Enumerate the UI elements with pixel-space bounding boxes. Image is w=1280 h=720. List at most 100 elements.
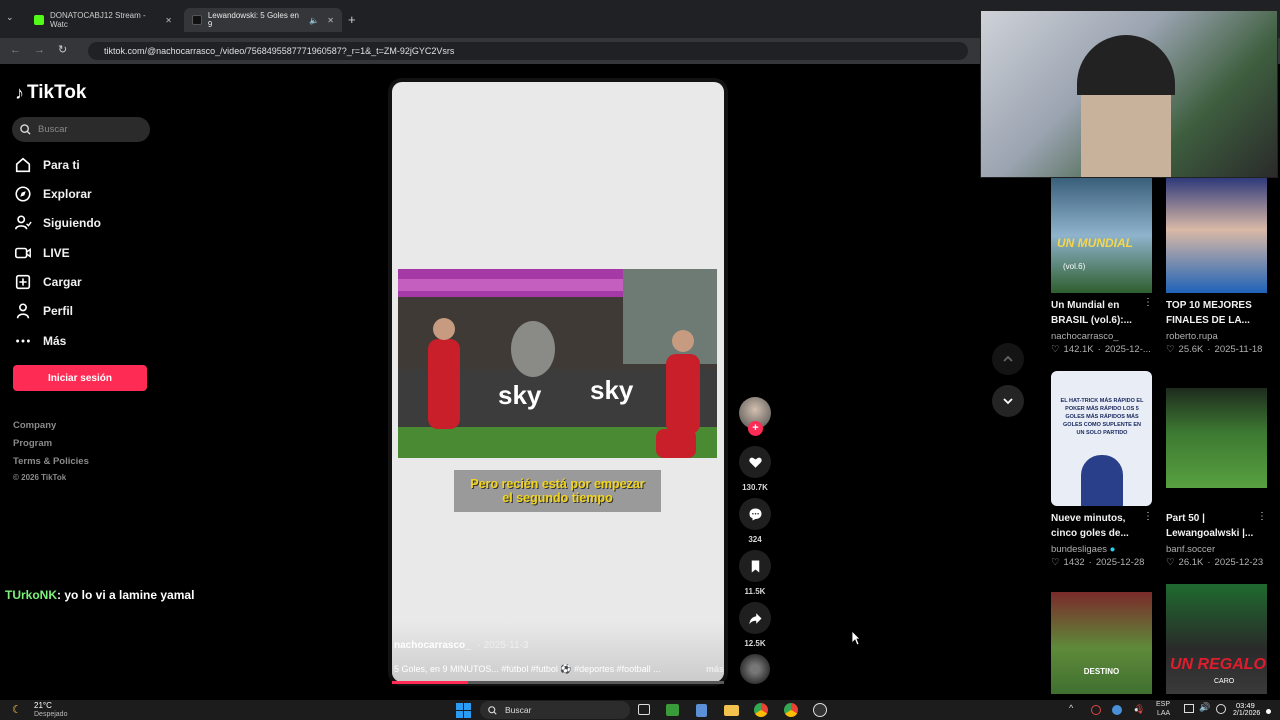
progress-track[interactable] (392, 681, 724, 684)
description-text: 5 Goles, en 9 MINUTOS... #fútbol #futbol… (394, 664, 661, 674)
card-menu-icon[interactable]: ⋮ (1143, 511, 1153, 522)
svg-text:sky: sky (590, 375, 634, 405)
bookmark-icon (751, 560, 759, 572)
chevron-up-icon (1003, 355, 1013, 362)
monitor-icon[interactable] (1184, 704, 1194, 713)
tab-donatocabj12[interactable]: DONATOCABJ12 Stream - Watc ✕ (26, 8, 180, 32)
compass-icon (15, 186, 31, 202)
card-menu-icon[interactable]: ⋮ (1257, 511, 1267, 522)
tray-network-icon[interactable] (1112, 705, 1122, 715)
login-button[interactable]: Iniciar sesión (13, 365, 147, 391)
video-description: 5 Goles, en 9 MINUTOS... #fútbol #futbol… (394, 664, 724, 675)
close-icon[interactable]: ✕ (165, 16, 172, 25)
related-title-4[interactable]: Part 50 | Lewangoalwski |... (1166, 511, 1266, 541)
share-button[interactable] (739, 602, 771, 634)
file-explorer-icon[interactable] (724, 705, 739, 716)
sidebar-item-live[interactable]: LIVE (14, 244, 70, 262)
related-title-1[interactable]: Un Mundial en BRASIL (vol.6):... (1051, 298, 1151, 328)
keyboard-lang-1[interactable]: ESP (1156, 701, 1170, 708)
tab-label: DONATOCABJ12 Stream - Watc (49, 11, 146, 29)
sidebar-item-explorar[interactable]: Explorar (14, 185, 92, 203)
thumb-text: UN REGALO (1170, 656, 1266, 673)
sidebar-item-label: Más (43, 334, 67, 348)
footer-company[interactable]: Company (13, 420, 56, 431)
tab-list-icon[interactable]: ⌄ (6, 12, 20, 26)
task-view-icon[interactable] (638, 704, 650, 715)
heart-outline-icon: ♡ (1166, 344, 1175, 355)
tray-chevron-icon[interactable]: ^ (1069, 703, 1073, 713)
related-title-3[interactable]: Nueve minutos, cinco goles de... (1051, 511, 1151, 541)
sidebar-item-para-ti[interactable]: Para ti (14, 156, 80, 174)
close-icon[interactable]: ✕ (327, 16, 334, 25)
follow-plus-icon[interactable]: + (748, 421, 763, 436)
live-icon (14, 247, 31, 259)
calculator-icon[interactable] (696, 704, 707, 717)
mouse-cursor-icon (851, 630, 861, 646)
temperature[interactable]: 21°C (34, 701, 52, 710)
webcam-overlay (980, 10, 1278, 178)
comment-button[interactable] (739, 498, 771, 530)
volume-icon[interactable]: 🔊 (1199, 702, 1210, 713)
previous-video-button[interactable] (992, 343, 1024, 375)
windows-start-icon[interactable] (456, 703, 471, 718)
caption-line-1: Pero recién está por empezar (470, 477, 645, 491)
power-icon[interactable] (1216, 704, 1226, 714)
card-menu-icon[interactable]: ⋮ (1143, 297, 1153, 308)
related-thumb-4[interactable] (1166, 388, 1267, 488)
thumb-subtext: (vol.6) (1063, 262, 1086, 271)
related-author-1[interactable]: nachocarrasco_ (1051, 331, 1119, 342)
related-thumb-6[interactable]: UN REGALO CARO (1166, 584, 1267, 694)
tab-lewandowski[interactable]: Lewandowski: 5 Goles en 9 🔈 ✕ (184, 8, 342, 32)
related-thumb-2[interactable] (1166, 178, 1267, 293)
footer-terms[interactable]: Terms & Policies (13, 456, 89, 467)
tiktok-logo[interactable]: ♪ TikTok (15, 82, 86, 104)
separator: · (1207, 557, 1211, 568)
footer-program[interactable]: Program (13, 438, 52, 449)
music-disc-icon[interactable] (740, 654, 770, 684)
forward-icon[interactable]: → (34, 44, 45, 56)
url-field[interactable]: tiktok.com/@nachocarrasco_/video/7568495… (88, 42, 968, 60)
new-tab-button[interactable]: + (348, 12, 356, 27)
likes: 1432 (1063, 557, 1085, 568)
search-input[interactable]: Buscar (12, 117, 150, 142)
related-title-2[interactable]: TOP 10 MEJORES FINALES DE LA... (1166, 298, 1266, 328)
tray-app-icon[interactable] (1091, 705, 1101, 715)
related-thumb-3[interactable]: EL HAT-TRICK MÁS RÁPIDO EL POKER MÁS RÁP… (1051, 371, 1152, 506)
chrome-icon[interactable] (754, 703, 768, 717)
related-author-4[interactable]: banf.soccer (1166, 544, 1215, 555)
tiktok-icon (192, 15, 202, 25)
more-link[interactable]: más (706, 664, 724, 675)
clock-time[interactable]: 03:49 (1236, 701, 1255, 710)
related-thumb-5[interactable]: DESTINO (1051, 592, 1152, 694)
football-scene: sky sky (398, 269, 717, 458)
video-author[interactable]: nachocarrasco_ (394, 640, 471, 651)
microphone-icon[interactable]: 🎙 (1134, 704, 1145, 715)
next-video-button[interactable] (992, 385, 1024, 417)
sidebar-item-mas[interactable]: Más (14, 332, 66, 350)
related-meta-1: ♡ 142.1K · 2025-12-... (1051, 344, 1151, 355)
video-caption-box: Pero recién está por empezar el segundo … (454, 470, 661, 512)
obs-icon[interactable] (813, 703, 827, 717)
related-meta-3: ♡ 1432 · 2025-12-28 (1051, 557, 1144, 568)
sidebar-item-siguiendo[interactable]: Siguiendo (14, 214, 101, 232)
clock-date[interactable]: 2/1/2026 (1233, 710, 1260, 717)
back-icon[interactable]: ← (10, 44, 21, 56)
progress-fill (392, 681, 469, 684)
search-icon (20, 124, 31, 135)
app-icon-green[interactable] (666, 704, 679, 716)
chrome-icon-2[interactable] (784, 703, 798, 717)
reload-icon[interactable]: ↻ (58, 43, 67, 56)
sidebar-item-perfil[interactable]: Perfil (14, 302, 73, 320)
related-thumb-1[interactable]: UN MUNDIAL (vol.6) (1051, 178, 1152, 293)
audio-icon[interactable]: 🔈 (309, 16, 319, 25)
taskbar-search[interactable]: Buscar (480, 701, 630, 719)
notification-dot-icon[interactable] (1266, 709, 1271, 714)
weather-text[interactable]: Despejado (34, 711, 67, 718)
keyboard-lang-2[interactable]: LAA (1157, 710, 1170, 717)
related-author-3[interactable]: bundesligaes ● (1051, 544, 1115, 555)
sidebar-item-cargar[interactable]: Cargar (14, 273, 82, 291)
verified-icon: ● (1109, 544, 1116, 555)
related-author-2[interactable]: roberto.rupa (1166, 331, 1218, 342)
save-button[interactable] (739, 550, 771, 582)
like-button[interactable] (739, 446, 771, 478)
